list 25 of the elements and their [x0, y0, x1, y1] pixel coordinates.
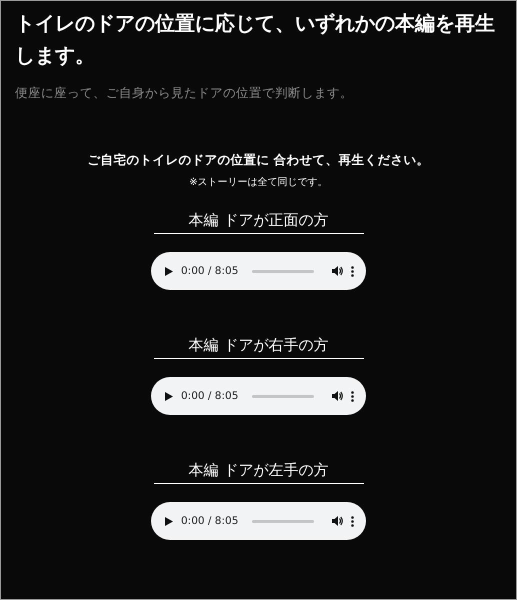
time-display: 0:00 / 8:05	[181, 265, 238, 277]
progress-track[interactable]	[252, 520, 314, 522]
page-heading: トイレのドアの位置に応じて、いずれかの本編を再生します。	[15, 10, 496, 69]
play-icon[interactable]	[165, 266, 173, 276]
episode-title: 本編 ドアが正面の方	[154, 211, 364, 234]
progress-track[interactable]	[252, 270, 314, 272]
episode-title: 本編 ドアが左手の方	[154, 461, 364, 484]
audio-player[interactable]: 0:00 / 8:05	[151, 377, 366, 415]
instruction-text: ご自宅のトイレのドアの位置に 合わせて、再生ください。	[87, 152, 430, 169]
episode-title: 本編 ドアが右手の方	[154, 336, 364, 359]
more-options-icon[interactable]	[351, 516, 354, 526]
note-text: ※ストーリーは全て同じです。	[189, 176, 328, 189]
more-options-icon[interactable]	[351, 266, 354, 276]
more-options-icon[interactable]	[351, 390, 354, 402]
audio-player[interactable]: 0:00 / 8:05	[151, 252, 366, 290]
audio-player[interactable]: 0:00 / 8:05	[151, 502, 366, 540]
volume-icon[interactable]	[332, 391, 343, 401]
play-icon[interactable]	[165, 392, 173, 400]
subtitle: 便座に座って、ご自身から見たドアの位置で判断します。	[15, 85, 354, 102]
time-display: 0:00 / 8:05	[181, 390, 238, 402]
volume-icon[interactable]	[332, 516, 343, 526]
progress-track[interactable]	[252, 394, 314, 398]
play-icon[interactable]	[165, 516, 173, 526]
volume-icon[interactable]	[332, 266, 343, 276]
time-display: 0:00 / 8:05	[181, 515, 238, 527]
